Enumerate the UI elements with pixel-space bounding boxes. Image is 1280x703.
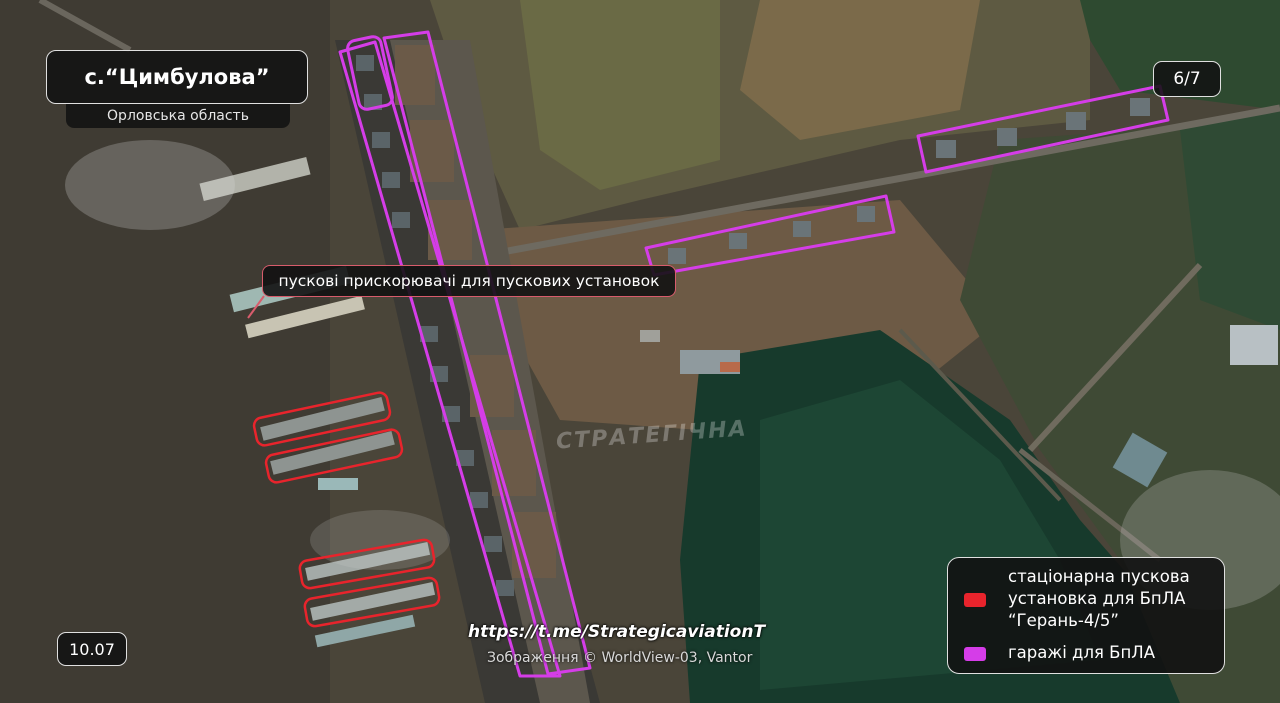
image-credit: Зображення © WorldView-03, Vantor <box>487 650 753 666</box>
legend-launcher-line-2: установка для БпЛА <box>1008 589 1186 608</box>
legend-launcher-label: стаціонарна пускова установка для БпЛА “… <box>1008 566 1222 632</box>
satellite-scene: СТРАТЕГІЧНА с.“Цимбулова” Орловська обла… <box>0 0 1280 703</box>
legend-launcher-line-1: стаціонарна пускова <box>1008 567 1190 586</box>
date-badge: 10.07 <box>57 632 127 666</box>
location-title: с.“Цимбулова” <box>46 50 308 104</box>
channel-url: https://t.me/StrategicaviationT <box>468 622 766 642</box>
legend-garage-label: гаражі для БпЛА <box>1008 643 1155 662</box>
page-indicator: 6/7 <box>1153 61 1221 97</box>
region-label: Орловська область <box>66 104 290 128</box>
legend-swatch-garage <box>964 647 986 661</box>
legend-swatch-launcher <box>964 593 986 607</box>
legend-launcher-line-3: “Герань-4/5” <box>1008 611 1119 630</box>
legend-panel: стаціонарна пускова установка для БпЛА “… <box>947 557 1225 674</box>
booster-callout-label: пускові прискорювачі для пускових устано… <box>262 265 676 297</box>
